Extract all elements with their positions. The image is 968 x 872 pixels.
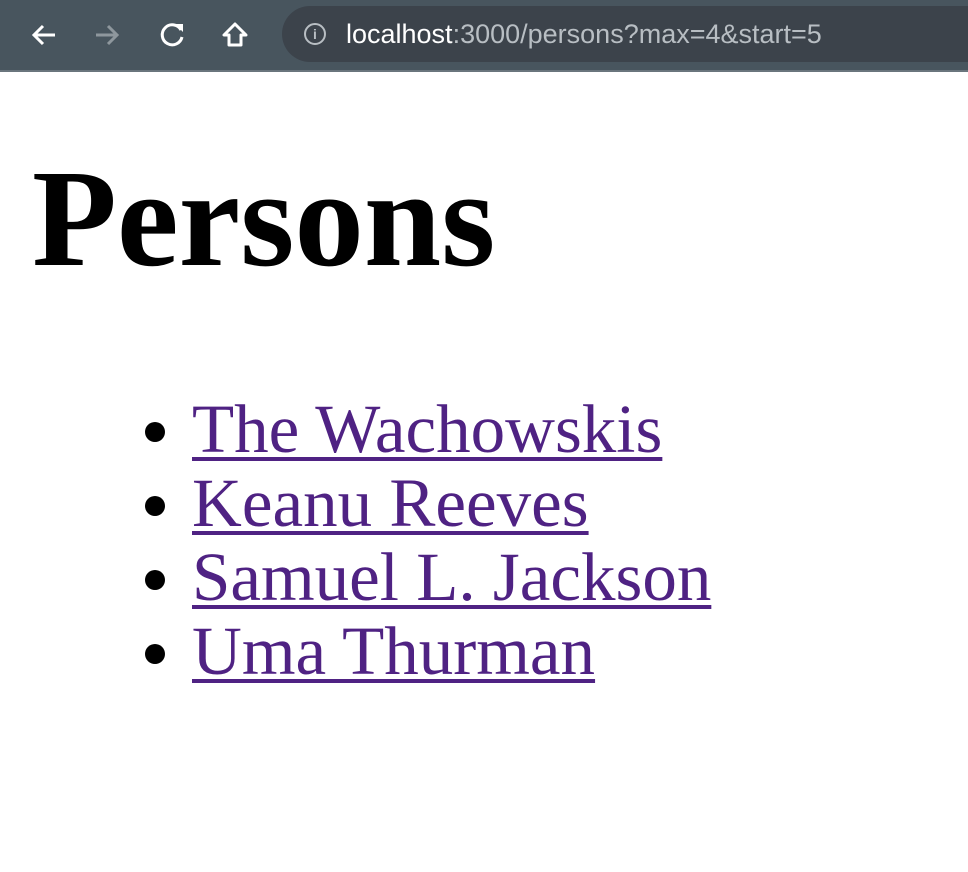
reload-icon <box>160 23 184 47</box>
url-path: :3000/persons?max=4&start=5 <box>452 18 822 49</box>
address-bar[interactable]: i localhost:3000/persons?max=4&start=5 <box>282 6 968 62</box>
home-icon <box>222 22 248 47</box>
list-item: Uma Thurman <box>192 614 711 688</box>
browser-toolbar: i localhost:3000/persons?max=4&start=5 <box>0 0 968 72</box>
list-item: Keanu Reeves <box>192 466 711 540</box>
back-button[interactable] <box>27 18 61 52</box>
home-button[interactable] <box>218 18 252 52</box>
url-text: localhost:3000/persons?max=4&start=5 <box>346 19 822 50</box>
list-item: Samuel L. Jackson <box>192 540 711 614</box>
page-title: Persons <box>32 142 496 296</box>
forward-button[interactable] <box>90 18 124 52</box>
url-host: localhost <box>346 18 453 49</box>
info-icon[interactable]: i <box>304 23 326 45</box>
person-link[interactable]: Samuel L. Jackson <box>192 539 711 615</box>
list-item: The Wachowskis <box>192 392 711 466</box>
persons-list: The Wachowskis Keanu Reeves Samuel L. Ja… <box>0 392 711 688</box>
forward-arrow-icon <box>96 24 120 46</box>
person-link[interactable]: The Wachowskis <box>192 391 662 467</box>
person-link[interactable]: Keanu Reeves <box>192 465 589 541</box>
person-link[interactable]: Uma Thurman <box>192 613 595 689</box>
back-arrow-icon <box>31 24 55 46</box>
reload-button[interactable] <box>155 18 189 52</box>
